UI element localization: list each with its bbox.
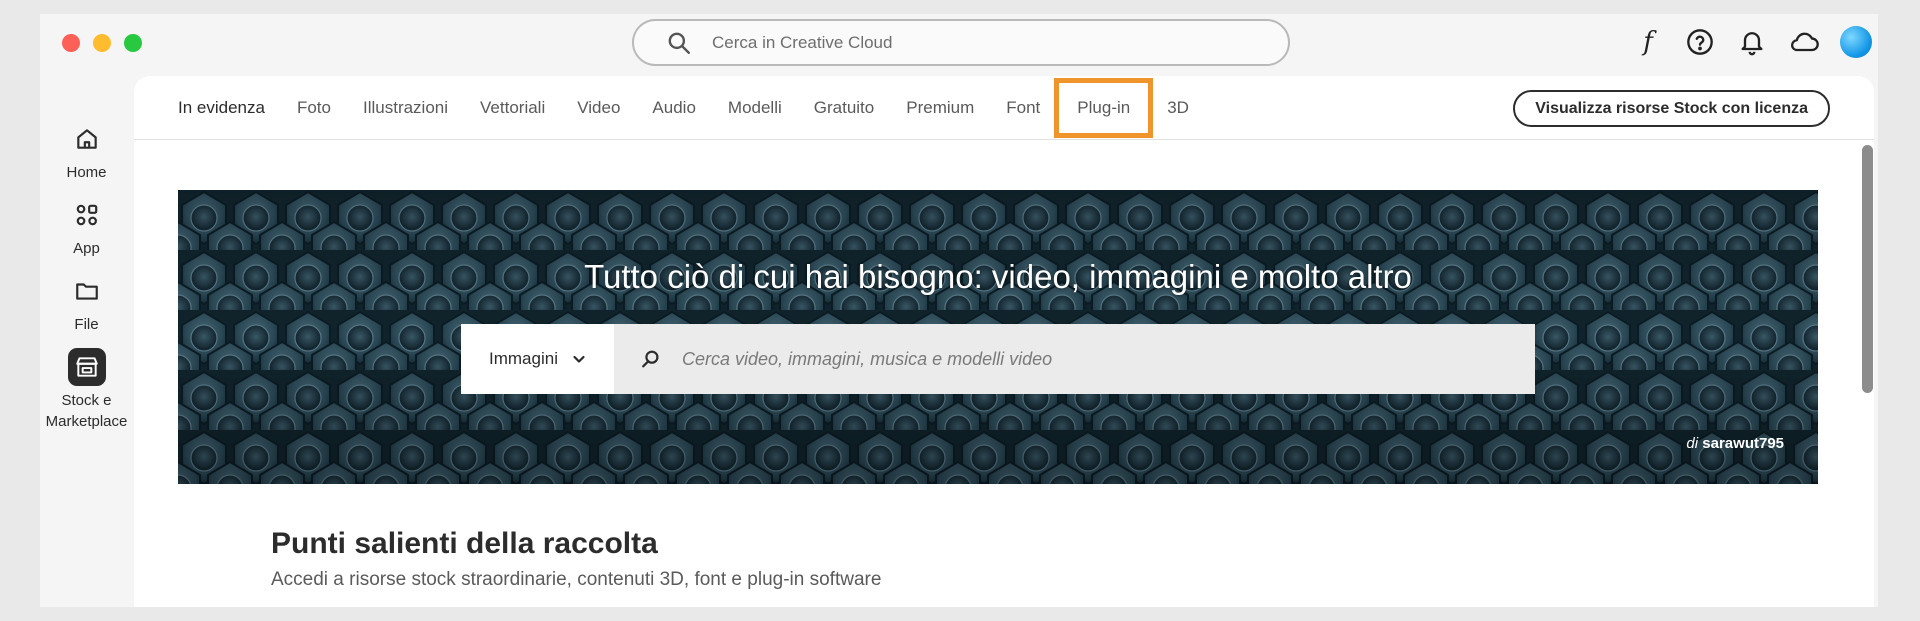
tab-modelli[interactable]: Modelli <box>712 80 798 136</box>
search-icon <box>668 32 690 54</box>
maximize-window-button[interactable] <box>124 34 142 52</box>
rail-item-home[interactable]: Home <box>40 120 133 183</box>
cloud-status-button[interactable] <box>1788 26 1820 58</box>
category-tabs: In evidenza Foto Illustrazioni Vettorial… <box>178 76 1205 140</box>
search-icon <box>642 350 659 368</box>
content-area: Tutto ciò di cui hai bisogno: video, imm… <box>134 141 1874 607</box>
main-panel: In evidenza Foto Illustrazioni Vettorial… <box>134 76 1874 607</box>
left-rail: Home App File Stock e Marketplace <box>40 76 133 445</box>
image-credit: di sarawut795 <box>1686 435 1784 452</box>
scrollbar-thumb[interactable] <box>1862 145 1873 393</box>
tab-premium[interactable]: Premium <box>890 80 990 136</box>
rail-item-label: File <box>74 316 99 333</box>
stock-search-field[interactable] <box>614 324 1535 394</box>
minimize-window-button[interactable] <box>93 34 111 52</box>
hero-search-bar: Immagini <box>461 324 1535 394</box>
avatar <box>1840 26 1872 58</box>
titlebar-actions: f <box>1632 26 1872 58</box>
cloud-icon <box>1790 32 1819 52</box>
folder-icon <box>68 272 106 310</box>
credit-prefix: di <box>1686 435 1699 452</box>
window-controls <box>62 34 142 52</box>
asset-type-selected: Immagini <box>489 349 558 368</box>
category-tabbar: In evidenza Foto Illustrazioni Vettorial… <box>134 76 1874 140</box>
rail-item-stock-marketplace[interactable]: Stock e Marketplace <box>40 348 133 432</box>
section-title: Punti salienti della raccolta <box>271 527 658 560</box>
vertical-scrollbar[interactable] <box>1862 140 1873 607</box>
tab-video[interactable]: Video <box>561 80 636 136</box>
section-subtitle: Accedi a risorse stock straordinarie, co… <box>271 569 882 590</box>
hero-banner: Tutto ciò di cui hai bisogno: video, imm… <box>178 190 1818 484</box>
tab-foto[interactable]: Foto <box>281 80 347 136</box>
profile-button[interactable] <box>1840 26 1872 58</box>
rail-item-label: Stock e Marketplace <box>45 392 128 430</box>
notifications-button[interactable] <box>1736 26 1768 58</box>
close-window-button[interactable] <box>62 34 80 52</box>
rail-item-label: App <box>73 240 100 257</box>
tab-plug-in[interactable]: Plug-in <box>1054 78 1154 138</box>
help-icon <box>1687 29 1713 55</box>
global-search-placeholder: Cerca in Creative Cloud <box>712 32 893 52</box>
asset-type-dropdown[interactable]: Immagini <box>461 324 614 394</box>
tab-in-evidenza[interactable]: In evidenza <box>178 80 281 136</box>
hero-title: Tutto ciò di cui hai bisogno: video, imm… <box>584 258 1412 295</box>
rail-item-label: Home <box>66 164 107 181</box>
rail-item-files[interactable]: File <box>40 272 133 335</box>
apps-grid-icon <box>68 196 106 234</box>
help-button[interactable] <box>1684 26 1716 58</box>
tab-vettoriali[interactable]: Vettoriali <box>464 80 561 136</box>
global-search-bar[interactable]: Cerca in Creative Cloud <box>632 19 1290 66</box>
fonts-button[interactable]: f <box>1632 26 1664 58</box>
app-window: Cerca in Creative Cloud f Home App File … <box>40 14 1878 607</box>
tab-font[interactable]: Font <box>990 80 1056 136</box>
tab-gratuito[interactable]: Gratuito <box>798 80 890 136</box>
tab-3d[interactable]: 3D <box>1151 80 1205 136</box>
stock-search-input[interactable] <box>682 348 1482 370</box>
licensed-stock-button[interactable]: Visualizza risorse Stock con licenza <box>1513 90 1830 127</box>
credit-author-link[interactable]: sarawut795 <box>1702 435 1784 452</box>
bell-icon <box>1741 32 1763 56</box>
tab-audio[interactable]: Audio <box>636 80 711 136</box>
tab-illustrazioni[interactable]: Illustrazioni <box>347 80 464 136</box>
rail-item-apps[interactable]: App <box>40 196 133 259</box>
fonts-f-icon: f <box>1643 27 1653 57</box>
chevron-down-icon <box>573 355 585 363</box>
home-icon <box>68 120 106 158</box>
storefront-icon <box>67 348 106 386</box>
